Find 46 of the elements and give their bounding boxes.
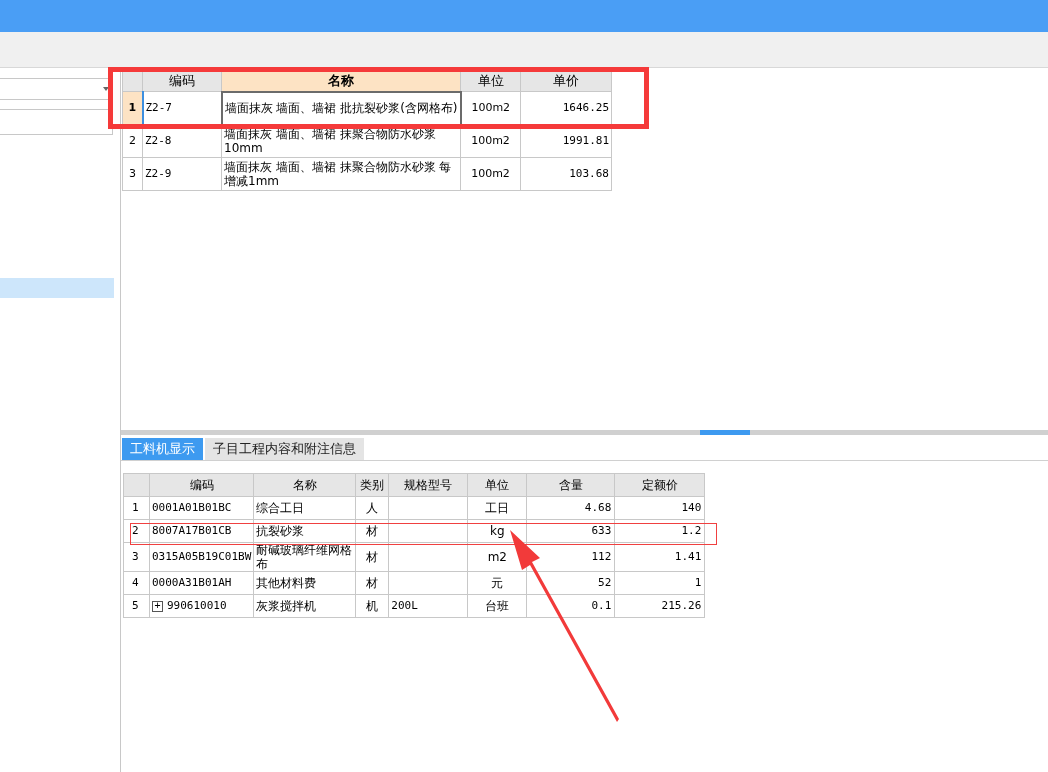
table-cell: 材 (355, 542, 389, 572)
column-header: 含量 (526, 473, 615, 497)
table-cell: 100m2 (460, 157, 521, 191)
table-cell: 元 (467, 571, 527, 595)
table-cell: Z2-9 (142, 157, 222, 191)
table-cell: 0315A05B19C01BW (149, 542, 254, 572)
table-cell: 103.68 (520, 157, 612, 191)
column-header: 规格型号 (388, 473, 468, 497)
table-cell: 台班 (467, 594, 527, 618)
table-cell: 0000A31B01AH (149, 571, 254, 595)
header-cell (123, 473, 150, 497)
table-cell: 材 (355, 571, 389, 595)
row-number: 3 (123, 542, 150, 572)
table-cell: 机 (355, 594, 389, 618)
tab[interactable]: 子目工程内容和附注信息 (205, 438, 364, 460)
table-cell: 0001A01B01BC (149, 496, 254, 520)
row-number: 2 (123, 519, 150, 543)
table-cell: 材 (355, 519, 389, 543)
column-header: 定额价 (614, 473, 705, 497)
code-text: 990610010 (167, 597, 227, 614)
row-number: 1 (123, 496, 150, 520)
row-number: 1 (122, 91, 143, 125)
splitter-handle[interactable] (700, 430, 750, 435)
row-number: 5 (123, 594, 150, 618)
caret-icon (103, 87, 109, 91)
table-cell: 抗裂砂浆 (253, 519, 356, 543)
table-cell: 工日 (467, 496, 527, 520)
table-cell: 墙面抹灰 墙面、墙裙 抹聚合物防水砂浆 每增减1mm (221, 157, 461, 191)
table-cell: 8007A17B01CB (149, 519, 254, 543)
table-cell: 耐碱玻璃纤维网格布 (253, 542, 356, 572)
column-header: 类别 (355, 473, 389, 497)
row-number: 4 (123, 571, 150, 595)
input-field[interactable] (0, 109, 113, 135)
column-header: 名称 (253, 473, 356, 497)
table-cell: 墙面抹灰 墙面、墙裙 批抗裂砂浆(含网格布) (221, 91, 461, 125)
table-cell: 4.68 (526, 496, 615, 520)
table-cell: 灰浆搅拌机 (253, 594, 356, 618)
table-cell: 140 (614, 496, 705, 520)
table-cell: 人 (355, 496, 389, 520)
row-number: 3 (122, 157, 143, 191)
expand-toggle[interactable]: + (152, 600, 163, 612)
table-cell: 200L (388, 594, 468, 618)
column-header: 编码 (149, 473, 254, 497)
table-cell: 其他材料费 (253, 571, 356, 595)
table-cell: 综合工日 (253, 496, 356, 520)
column-header: 单位 (467, 473, 527, 497)
